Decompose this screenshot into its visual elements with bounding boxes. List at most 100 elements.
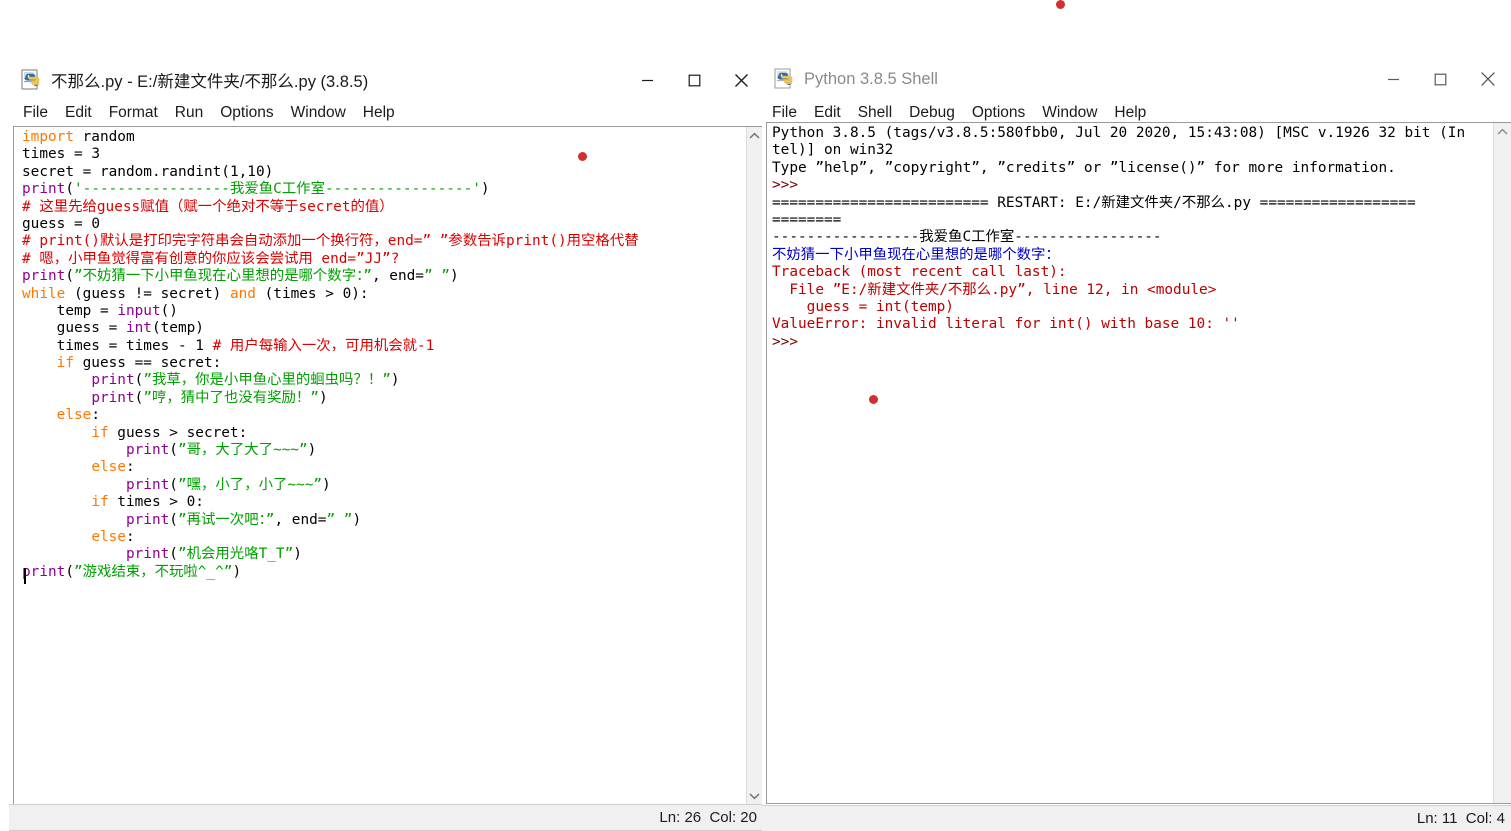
- maximize-icon[interactable]: [1417, 58, 1464, 100]
- editor-vertical-scrollbar[interactable]: [746, 127, 762, 804]
- code-token: ”嘿，小了，小了~~~”: [177, 476, 323, 493]
- shell-line: File ”E:/新建文件夹/不那么.py”, line 12, in <mod…: [772, 282, 1493, 299]
- code-token: (: [169, 476, 178, 493]
- code-line: else:: [22, 407, 746, 424]
- code-token: else: [91, 528, 126, 545]
- code-token: '-----------------我爱鱼C工作室---------------…: [74, 181, 481, 198]
- code-line: print(”我草，你是小甲鱼心里的蛔虫吗？！”): [22, 372, 746, 389]
- minimize-icon[interactable]: [1370, 58, 1417, 100]
- code-token: print: [91, 372, 135, 389]
- python-idle-icon: [21, 69, 43, 91]
- code-token: , end=: [274, 511, 327, 528]
- shell-line: Python 3.8.5 (tags/v3.8.5:580fbb0, Jul 2…: [772, 125, 1493, 142]
- code-token: # 用户每输入一次，可用机会就-1: [212, 337, 435, 354]
- code-line: temp = input(): [22, 303, 746, 320]
- code-token: print: [22, 181, 66, 198]
- red-dot-top: [1056, 0, 1065, 9]
- shell-menu-options[interactable]: Options: [972, 105, 1025, 121]
- code-line: guess = int(temp): [22, 320, 746, 337]
- shell-menu-edit[interactable]: Edit: [814, 105, 841, 121]
- editor-menu-window[interactable]: Window: [291, 105, 346, 121]
- editor-code-content[interactable]: import random times = 3 secret = random.ra…: [14, 127, 746, 804]
- red-dot-shell: [869, 395, 878, 404]
- editor-menu-help[interactable]: Help: [363, 105, 395, 121]
- editor-titlebar[interactable]: 不那么.py - E:/新建文件夹/不那么.py (3.8.5): [9, 60, 765, 100]
- code-line: while (guess != secret) and (times > 0):: [22, 286, 746, 303]
- code-token: int: [125, 320, 152, 337]
- minimize-icon[interactable]: [624, 60, 671, 100]
- editor-menu-edit[interactable]: Edit: [65, 105, 92, 121]
- shell-token: 不妨猜一下小甲鱼现在心里想的是哪个数字：: [772, 246, 1060, 263]
- editor-statusbar: Ln: 26 Col: 20: [9, 804, 765, 830]
- code-token: ,: [238, 163, 248, 180]
- close-icon[interactable]: [1464, 58, 1511, 100]
- code-token: random: [73, 129, 135, 145]
- code-token: :: [195, 494, 204, 511]
- shell-line: ValueError: invalid literal for int() wi…: [772, 316, 1493, 333]
- code-token: 3: [91, 146, 100, 163]
- code-token: print: [125, 546, 170, 563]
- shell-line: guess = int(temp): [772, 299, 1493, 316]
- code-token: guess > secret:: [108, 424, 248, 441]
- shell-menu-file[interactable]: File: [772, 105, 797, 121]
- code-token: # 嗯，小甲鱼觉得富有创意的你应该会尝试用 end=”JJ”?: [22, 250, 400, 267]
- code-token: if: [91, 424, 109, 441]
- editor-menu-options[interactable]: Options: [220, 105, 273, 121]
- scroll-down-icon[interactable]: [747, 787, 762, 804]
- shell-menu-shell[interactable]: Shell: [858, 105, 892, 121]
- code-token: if: [56, 355, 74, 372]
- editor-menubar: File Edit Format Run Options Window Help: [9, 100, 765, 126]
- shell-line: ========================= RESTART: E:/新建…: [772, 195, 1493, 212]
- code-line: print(”再试一次吧：”, end=” ”): [22, 512, 746, 529]
- code-token: else: [56, 407, 92, 424]
- shell-titlebar[interactable]: Python 3.8.5 Shell: [762, 58, 1511, 100]
- close-icon[interactable]: [718, 60, 765, 100]
- maximize-icon[interactable]: [671, 60, 718, 100]
- code-line: print(”不妨猜一下小甲鱼现在心里想的是哪个数字：”, end=” ”): [22, 268, 746, 285]
- code-token: 0: [342, 285, 352, 302]
- editor-title-text: 不那么.py - E:/新建文件夹/不那么.py (3.8.5): [51, 73, 369, 91]
- python-idle-icon: [774, 68, 796, 90]
- code-token: times =: [22, 146, 92, 163]
- code-token: ): [307, 442, 317, 459]
- code-line: print(”哥，大了大了~~~”): [22, 442, 746, 459]
- editor-menu-run[interactable]: Run: [175, 105, 203, 121]
- code-token: 0: [91, 215, 100, 232]
- code-line: print(”嘿，小了，小了~~~”): [22, 477, 746, 494]
- scroll-up-icon[interactable]: [747, 127, 762, 144]
- shell-menu-window[interactable]: Window: [1042, 105, 1097, 121]
- code-token: , end=: [371, 268, 424, 285]
- scroll-up-icon[interactable]: [1494, 123, 1511, 140]
- editor-window-controls: [624, 60, 765, 100]
- code-token: :: [125, 459, 135, 476]
- shell-token: ========================= RESTART: E:/新建…: [772, 194, 1416, 211]
- code-line: times = 3: [22, 146, 746, 163]
- editor-menu-format[interactable]: Format: [109, 105, 158, 121]
- shell-output-content[interactable]: Python 3.8.5 (tags/v3.8.5:580fbb0, Jul 2…: [767, 123, 1493, 803]
- shell-menu-debug[interactable]: Debug: [909, 105, 955, 121]
- code-token: (: [134, 372, 144, 389]
- code-token: ” ”: [326, 511, 353, 528]
- code-token: secret = random.randint(: [22, 163, 230, 180]
- editor-menu-file[interactable]: File: [23, 105, 48, 121]
- code-token: (: [65, 563, 74, 580]
- shell-token: Python 3.8.5 (tags/v3.8.5:580fbb0, Jul 2…: [772, 125, 1466, 141]
- code-token: and: [229, 285, 256, 302]
- code-token: (: [134, 389, 144, 406]
- shell-menu-help[interactable]: Help: [1114, 105, 1146, 121]
- editor-text-area[interactable]: import random times = 3 secret = random.ra…: [13, 126, 763, 805]
- code-token: 1: [229, 163, 239, 180]
- shell-line: >>>: [772, 177, 1493, 194]
- shell-line: ========: [772, 212, 1493, 229]
- code-line: # 这里先给guess赋值（赋一个绝对不等于secret的值）: [22, 199, 746, 216]
- code-token: while: [22, 285, 66, 302]
- code-token: ): [390, 372, 400, 389]
- editor-line-col-indicator: Ln: 26 Col: 20: [659, 809, 757, 826]
- code-token: print: [125, 442, 170, 459]
- shell-vertical-scrollbar[interactable]: [1493, 123, 1511, 803]
- shell-text-area[interactable]: Python 3.8.5 (tags/v3.8.5:580fbb0, Jul 2…: [766, 122, 1511, 804]
